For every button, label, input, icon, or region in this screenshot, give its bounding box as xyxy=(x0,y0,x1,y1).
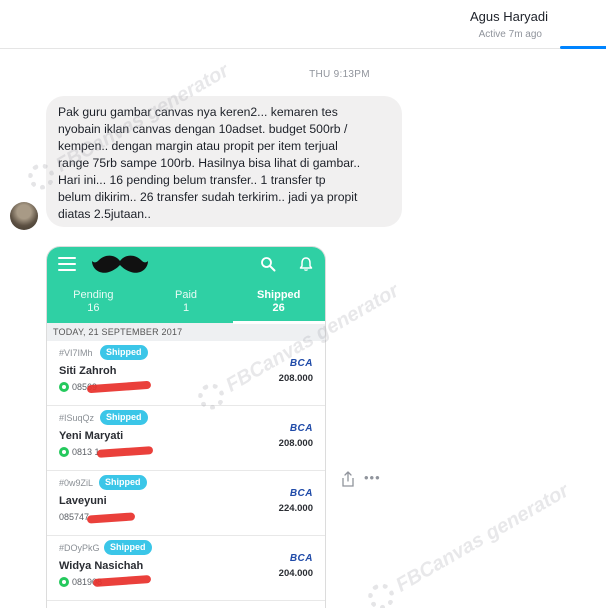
tab-count: 1 xyxy=(182,302,190,314)
conversation-header: Agus Haryadi Active 7m ago xyxy=(0,0,606,49)
order-code: #0w9ZiL xyxy=(59,478,94,488)
order-row: #DOyPkG Shipped Widya Nasichah 081908 BC… xyxy=(47,536,325,601)
buyer-name: Laveyuni xyxy=(59,495,107,507)
active-tab-indicator xyxy=(233,321,325,324)
order-amount: 204.000 xyxy=(278,568,313,579)
bank-logo: BCA xyxy=(289,423,313,434)
attached-screenshot[interactable]: Pending 16 Paid 1 Shipped 26 TODAY, 21 S… xyxy=(46,246,326,608)
order-row: #ISuqQz Shipped Yeni Maryati 0813 1 BCA … xyxy=(47,406,325,471)
tab-shipped: Shipped 26 xyxy=(232,289,325,321)
status-badge: Shipped xyxy=(99,475,147,490)
more-options-icon[interactable]: ••• xyxy=(364,470,381,485)
status-badge: Shipped xyxy=(100,410,148,425)
status-badge: Shipped xyxy=(104,540,152,555)
redaction-mark xyxy=(96,446,154,458)
buyer-name: Widya Nasichah xyxy=(59,560,144,572)
buyer-name: Siti Zahroh xyxy=(59,365,117,377)
message-timestamp: THU 9:13PM xyxy=(309,69,370,80)
tab-pending: Pending 16 xyxy=(47,289,140,321)
buyer-phone: 085747 xyxy=(59,512,89,522)
bank-logo: BCA xyxy=(289,488,313,499)
buyer-name: Yeni Maryati xyxy=(59,430,124,442)
phone-number: 085747 xyxy=(59,512,90,522)
status-badge: Shipped xyxy=(100,345,148,360)
tab-label: Pending xyxy=(73,289,114,301)
bank-logo: BCA xyxy=(289,358,313,369)
mustache-logo-icon xyxy=(92,255,148,273)
order-row: #VI7IMh Shipped Siti Zahroh 08569 BCA 20… xyxy=(47,341,325,406)
order-amount: 224.000 xyxy=(278,503,313,514)
order-code: #DOyPkG xyxy=(59,543,100,553)
contact-status: Active 7m ago xyxy=(478,29,542,40)
contact-name[interactable]: Agus Haryadi xyxy=(470,9,548,24)
search-icon xyxy=(261,257,276,272)
order-tabs: Pending 16 Paid 1 Shipped 26 xyxy=(47,289,325,321)
order-code: #ISuqQz xyxy=(59,413,95,423)
hamburger-menu-icon xyxy=(58,257,76,271)
avatar[interactable] xyxy=(10,202,38,230)
app-bar: Pending 16 Paid 1 Shipped 26 xyxy=(47,247,325,324)
whatsapp-icon xyxy=(59,382,69,392)
bell-icon xyxy=(299,257,313,271)
order-amount: 208.000 xyxy=(278,373,313,384)
order-code: #VI7IMh xyxy=(59,348,93,358)
share-icon[interactable] xyxy=(340,470,356,488)
tab-count: 26 xyxy=(272,302,285,314)
order-amount: 208.000 xyxy=(278,438,313,449)
buyer-phone: 0813 1 xyxy=(59,447,100,457)
redaction-mark xyxy=(86,512,136,524)
whatsapp-icon xyxy=(59,577,69,587)
message-bubble[interactable]: Pak guru gambar canvas nya keren2... kem… xyxy=(46,96,402,227)
watermark: FBCanvas generator xyxy=(363,478,574,608)
order-row: #0w9ZiL Shipped Laveyuni 085747 BCA 224.… xyxy=(47,471,325,536)
watermark-text: FBCanvas generator xyxy=(391,479,573,597)
tab-paid: Paid 1 xyxy=(140,289,233,321)
tab-count: 16 xyxy=(87,302,100,314)
bank-logo: BCA xyxy=(289,553,313,564)
header-accent-bar xyxy=(560,46,606,49)
phone-number: 0813 1 xyxy=(72,447,100,457)
whatsapp-icon xyxy=(59,447,69,457)
tab-label: Paid xyxy=(174,289,198,301)
tab-label: Shipped xyxy=(256,289,301,301)
date-header: TODAY, 21 SEPTEMBER 2017 xyxy=(47,323,325,341)
gear-icon xyxy=(363,578,400,608)
